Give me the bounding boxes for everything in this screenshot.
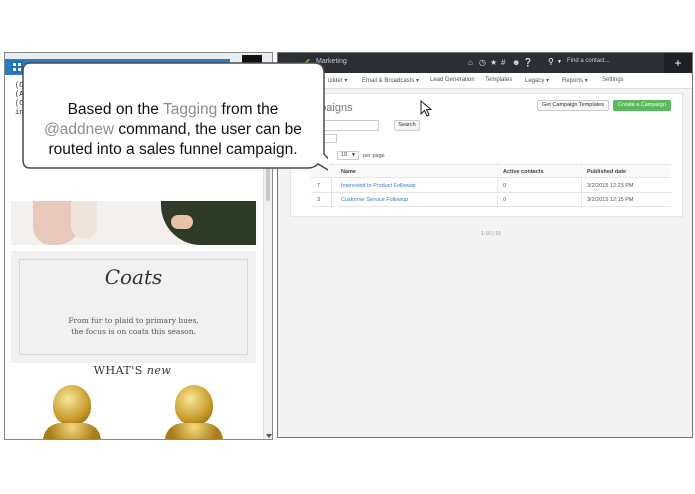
callout-text: from the (217, 101, 278, 118)
published-date: 3/2/2015 12:23 PM (587, 183, 634, 189)
whats-new-heading: WHAT'S new (5, 364, 260, 377)
coats-heading: Coats (104, 265, 163, 289)
callout-line-3: routed into a sales funnel campaign. (48, 141, 297, 158)
callout-text: Based on the (68, 101, 163, 118)
nav-reports[interactable]: Reports ▾ (562, 77, 588, 84)
column-header-name[interactable]: Name (341, 169, 356, 175)
row-id: 3 (317, 197, 321, 203)
perfume-bottle-image (39, 383, 105, 439)
nav-lead-generation[interactable]: Lead Generation (430, 77, 475, 83)
app-header: ✔ Marketing ⌂ ◷ ★ # ☻ ❔ ⚲ ▼ Find a conta… (278, 53, 692, 73)
main-nav: uilder ▾ Email & Broadcasts ▾ Lead Gener… (278, 73, 692, 89)
person-icon[interactable]: ☻ (512, 58, 520, 67)
active-contacts-value: 0 (503, 183, 507, 189)
published-date: 3/2/2015 12:15 PM (587, 197, 634, 203)
column-header-published-date[interactable]: Published date (587, 169, 626, 175)
clock-icon[interactable]: ◷ (479, 58, 486, 67)
search-icon[interactable]: ⚲ (548, 57, 554, 66)
chevron-down-icon: ▼ (351, 152, 356, 158)
nav-legacy[interactable]: Legacy ▾ (525, 77, 549, 84)
whats-label: WHAT'S (93, 364, 143, 377)
nav-email-broadcasts[interactable]: Email & Broadcasts ▾ (362, 77, 419, 84)
mouse-cursor-icon (420, 100, 433, 117)
addnew-command: @addnew (44, 121, 115, 138)
help-icon[interactable]: ❔ (523, 58, 533, 67)
hashtag-icon[interactable]: # (501, 58, 505, 67)
create-campaign-button[interactable]: Create a Campaign (613, 100, 671, 111)
coats-promo-card: Coats From fur to plaid to primary hues,… (11, 251, 256, 363)
tagging-keyword: Tagging (163, 101, 217, 118)
coats-description: From fur to plaid to primary hues, the f… (51, 315, 216, 337)
table-row[interactable]: 7 Interested In Product Followup 0 3/2/2… (311, 179, 671, 193)
coats-text-line: From fur to plaid to primary hues, (68, 316, 199, 325)
per-page-value: 10 (341, 152, 348, 158)
screenshot-stage: (C (A (C in Coats From fur to plaid to p… (0, 0, 695, 494)
nav-templates[interactable]: Templates (485, 77, 512, 83)
coats-text-line: the focus is on coats this season. (71, 327, 196, 336)
pagination-info: 1-16 | 16 (481, 231, 501, 237)
nav-campaign-builder[interactable]: uilder ▾ (328, 77, 347, 84)
contact-search[interactable]: ⚲ ▼ Find a contact... (548, 57, 658, 69)
callout-bubble: Based on the Tagging from the @addnew co… (22, 62, 328, 171)
callout-text: command, the user can be (114, 121, 302, 138)
perfume-bottle-image (161, 383, 227, 439)
callout-line-2: @addnew command, the user can be (44, 121, 302, 138)
nav-label: Legacy (525, 78, 545, 84)
get-campaign-templates-button[interactable]: Get Campaign Templates (537, 100, 609, 111)
per-page-label: per page (363, 153, 385, 159)
nav-label: Email & Broadcasts (362, 78, 415, 84)
table-header-row: Name Active contacts Published date (311, 164, 671, 178)
per-page-select[interactable]: 10 ▼ (337, 151, 359, 160)
active-contacts-value: 0 (503, 197, 507, 203)
column-header-active-contacts[interactable]: Active contacts (503, 169, 544, 175)
fashion-photo (11, 201, 256, 245)
nav-label: Reports (562, 78, 584, 84)
new-label: new (146, 364, 172, 377)
search-button[interactable]: Search (394, 120, 420, 131)
home-icon[interactable]: ⌂ (468, 58, 473, 67)
table-row[interactable]: 3 Customer Service Followup 0 3/2/2015 1… (311, 193, 671, 207)
chevron-down-icon[interactable]: ▼ (557, 59, 562, 65)
scroll-down-arrow-icon[interactable] (266, 434, 272, 438)
marketing-app-window: ✔ Marketing ⌂ ◷ ★ # ☻ ❔ ⚲ ▼ Find a conta… (277, 52, 693, 438)
nav-settings[interactable]: Settings (602, 77, 624, 83)
add-button[interactable]: + (664, 53, 692, 73)
campaigns-panel: mpaigns Search Get Campaign Templates Cr… (290, 93, 683, 217)
campaigns-table: Name Active contacts Published date 7 In… (311, 162, 671, 208)
nav-label: uilder (328, 78, 343, 84)
callout-line-1: Based on the Tagging from the (68, 101, 279, 118)
search-placeholder[interactable]: Find a contact... (567, 58, 610, 64)
campaign-name-link[interactable]: Interested In Product Followup (341, 183, 416, 189)
campaign-name-link[interactable]: Customer Service Followup (341, 197, 408, 203)
star-icon[interactable]: ★ (490, 58, 497, 67)
